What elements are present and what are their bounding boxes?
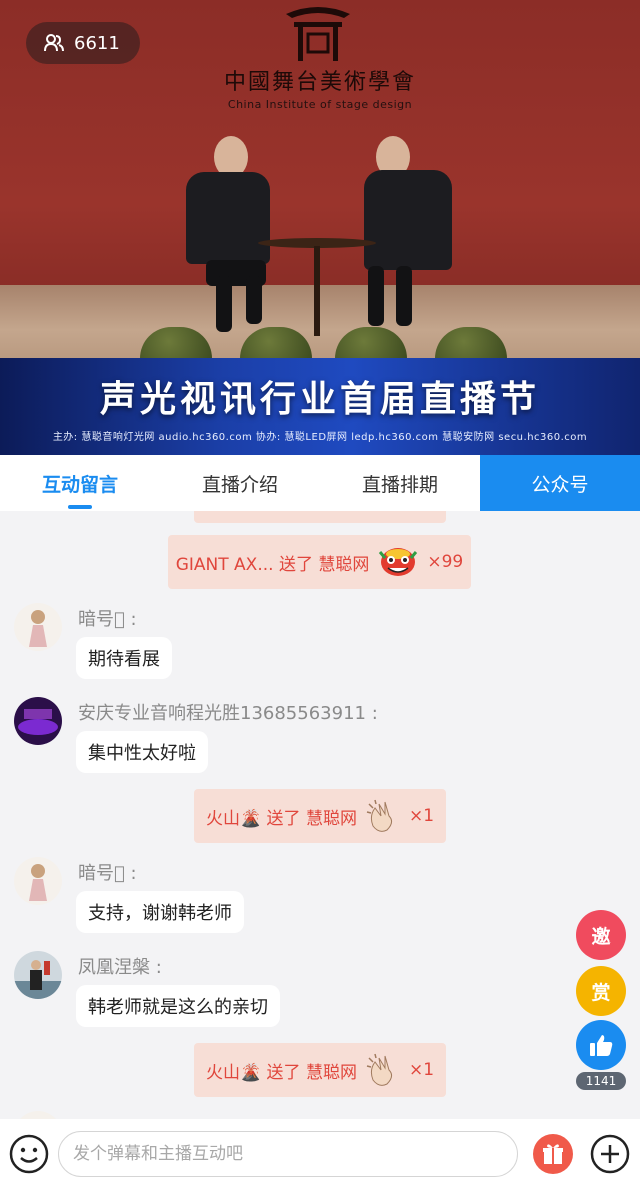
- banner-title: 声光视讯行业首届直播节: [99, 379, 540, 420]
- avatar[interactable]: [14, 603, 62, 651]
- comment-input[interactable]: [58, 1131, 518, 1177]
- chat-nickname: 暗号  :: [78, 863, 137, 884]
- logo-english-text: China Institute of stage design: [227, 98, 413, 111]
- viewer-count: 6611: [74, 32, 120, 54]
- gift-button[interactable]: [533, 1134, 573, 1174]
- gift-notice-count: ×1: [408, 806, 435, 826]
- gift-notice-text: 火山🌋 送了 慧聪网: [205, 808, 357, 829]
- invite-button[interactable]: 邀: [576, 910, 626, 960]
- tab-live-schedule[interactable]: 直播排期: [320, 455, 480, 511]
- guest-right: [362, 136, 462, 336]
- emoji-icon: [9, 1134, 49, 1174]
- tab-interactive-comments[interactable]: 互动留言: [0, 455, 160, 511]
- gift-notice-partial: [194, 511, 446, 523]
- like-count: 1141: [576, 1072, 626, 1090]
- lion-dance-icon: [379, 548, 418, 576]
- coffee-table-leg: [314, 246, 320, 336]
- gift-notice-count: ×1: [408, 1060, 435, 1080]
- chat-bubble: 集中性太好啦: [76, 731, 208, 773]
- avatar[interactable]: [14, 951, 62, 999]
- banner-sponsors: 主办: 慧聪音响灯光网 audio.hc360.com 协办: 慧聪LED屏网 …: [52, 432, 588, 443]
- avatar[interactable]: [14, 697, 62, 745]
- emoji-button[interactable]: [9, 1134, 49, 1174]
- thumbs-up-icon: [590, 1035, 613, 1056]
- chat-bubble: 期待看展: [76, 637, 172, 679]
- clapping-hands-icon: [366, 1053, 392, 1086]
- gift-notice-count: ×99: [427, 552, 464, 572]
- gift-icon: [543, 1144, 563, 1164]
- gift-notice: 火山🌋 送了 慧聪网 ×1: [194, 789, 446, 843]
- gift-notice-text: GIANT AX... 送了 慧聪网: [175, 554, 370, 575]
- chat-bubble: 韩老师就是这么的亲切: [76, 985, 280, 1027]
- more-button[interactable]: [590, 1134, 630, 1174]
- tab-live-intro[interactable]: 直播介绍: [160, 455, 320, 511]
- avatar[interactable]: [14, 857, 62, 905]
- viewers-icon: [44, 34, 64, 52]
- viewer-count-badge: 6611: [26, 22, 140, 64]
- plus-icon: [590, 1134, 630, 1174]
- live-video-player[interactable]: 中國舞台美術學會 China Institute of stage design…: [0, 0, 640, 455]
- chat-feed[interactable]: GIANT AX... 送了 慧聪网 ×99 暗号  : 期待看展 安庆专业音响…: [0, 511, 640, 1119]
- bottom-input-bar: [0, 1119, 640, 1189]
- invite-label: 邀: [591, 925, 611, 948]
- chat-bubble: 支持，谢谢韩老师: [76, 891, 244, 933]
- logo-chinese-text: 中國舞台美術學會: [223, 70, 416, 95]
- chat-nickname: 凤凰涅槃 :: [78, 957, 162, 978]
- clapping-hands-icon: [366, 799, 392, 832]
- reward-button[interactable]: 赏: [576, 966, 626, 1016]
- chat-nickname: 暗号  :: [78, 609, 137, 630]
- chat-nickname: 安庆专业音响程光胜13685563911 :: [78, 703, 378, 724]
- tab-official-account[interactable]: 公众号: [480, 455, 640, 511]
- tab-bar: 互动留言 直播介绍 直播排期 公众号: [0, 455, 640, 511]
- reward-label: 赏: [591, 981, 611, 1004]
- gift-notice: 火山🌋 送了 慧聪网 ×1: [194, 1043, 446, 1097]
- event-banner: 声光视讯行业首届直播节 主办: 慧聪音响灯光网 audio.hc360.com …: [0, 358, 640, 455]
- avatar[interactable]: [14, 1111, 62, 1119]
- institute-logo-icon: [286, 7, 350, 61]
- gift-notice-text: 火山🌋 送了 慧聪网: [205, 1062, 357, 1083]
- gift-notice: GIANT AX... 送了 慧聪网 ×99: [168, 535, 471, 589]
- like-button[interactable]: [576, 1020, 626, 1070]
